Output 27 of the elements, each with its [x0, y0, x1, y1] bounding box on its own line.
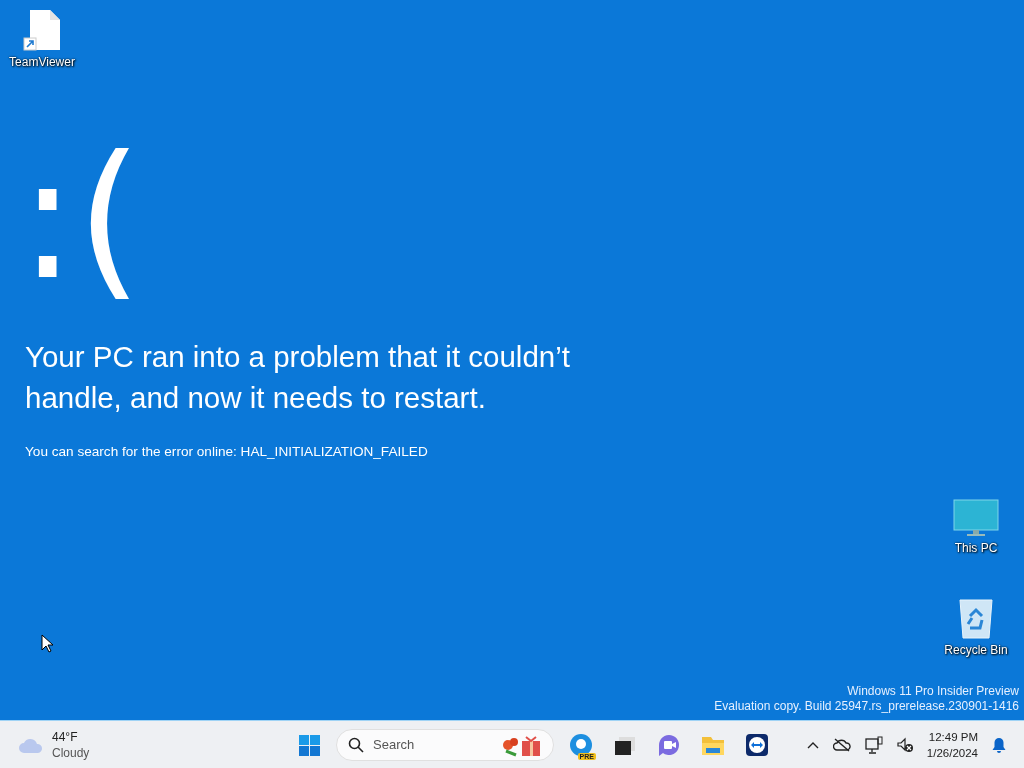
document-shortcut-icon [22, 8, 62, 52]
temperature-text: 44°F [52, 728, 79, 745]
build-info-text: Evaluation copy. Build 25947.rs_prerelease.230901-1416 [714, 699, 1019, 714]
speaker-muted-icon[interactable] [896, 736, 913, 753]
bell-icon[interactable] [992, 736, 1006, 753]
sad-emoticon: :( [19, 118, 144, 318]
mouse-pointer-icon [41, 634, 53, 653]
build-info-text: Windows 11 Pro Insider Preview [847, 684, 1019, 699]
error-detail: You can search for the error online: HAL_INITIALIZATION_FAILED [25, 444, 428, 459]
cloud-off-icon[interactable] [832, 737, 851, 752]
search-icon [348, 736, 364, 753]
icon-label[interactable]: Recycle Bin [944, 643, 1008, 657]
error-message: Your PC ran into a problem that it couldn’t handle, and now it needs to restart. [25, 339, 571, 416]
chevron-up-icon[interactable] [806, 740, 819, 749]
recycle-bin-icon [956, 596, 996, 640]
icon-label[interactable]: This PC [954, 541, 998, 555]
network-icon[interactable] [864, 735, 883, 754]
monitor-icon [953, 498, 999, 538]
clock-time[interactable]: 12:49 PM [928, 728, 978, 745]
search-field[interactable]: Search [336, 728, 554, 761]
remote-control-icon[interactable] [745, 732, 769, 757]
icon-label[interactable]: TeamViewer [9, 55, 75, 69]
video-chat-icon[interactable] [657, 732, 681, 757]
start-icon[interactable] [297, 732, 321, 757]
clock-date[interactable]: 1/26/2024 [926, 744, 978, 761]
browser-icon[interactable] [569, 732, 593, 757]
weather-condition: Cloudy [52, 744, 90, 761]
